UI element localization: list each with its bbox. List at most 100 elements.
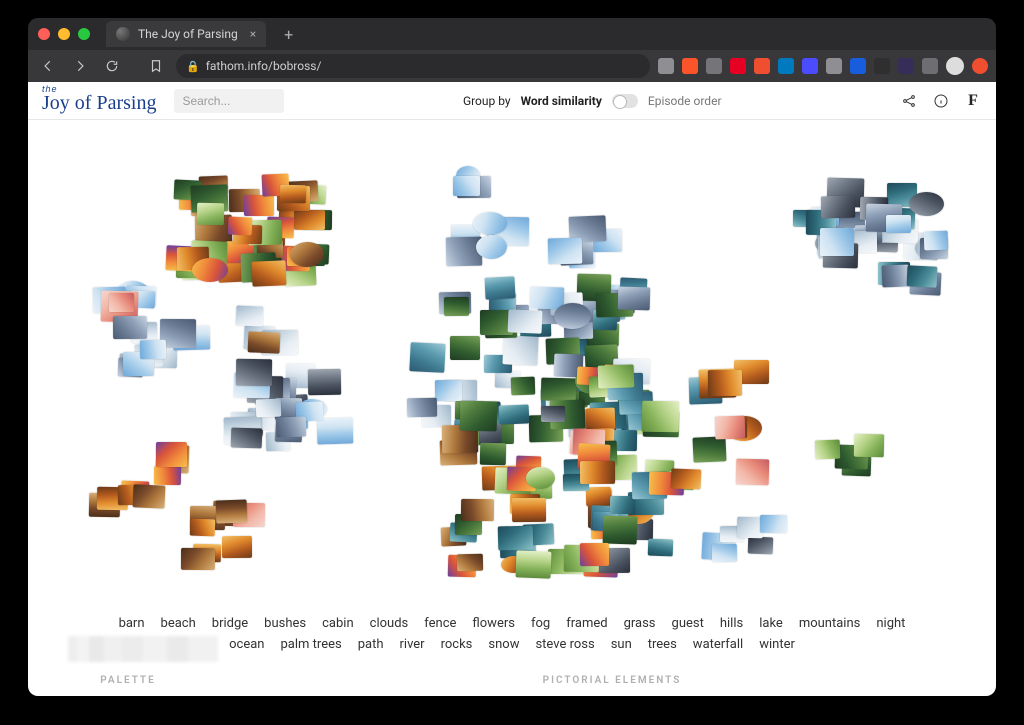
dots-icon[interactable] [922,58,938,74]
filter-tag-rocks[interactable]: rocks [441,637,473,652]
filter-tag-winter[interactable]: winter [759,637,795,652]
info-button[interactable] [932,92,950,110]
painting-thumb[interactable] [909,191,944,215]
painting-thumb[interactable] [317,418,354,445]
filter-tag-flowers[interactable]: flowers [472,616,515,631]
bookmark-button[interactable] [144,54,168,78]
painting-thumb[interactable] [473,212,507,235]
filter-tag-night[interactable]: night [876,616,905,631]
site-logo[interactable]: the Joy of Parsing [42,86,162,115]
painting-thumb[interactable] [497,526,533,551]
painting-thumb[interactable] [692,436,726,462]
painting-thumb[interactable] [244,195,274,216]
tab-close-button[interactable]: × [250,27,256,41]
adblock-icon[interactable] [754,58,770,74]
painting-thumb[interactable] [580,461,615,484]
painting-thumb[interactable] [854,433,885,457]
painting-thumb[interactable] [222,536,252,558]
painting-thumb[interactable] [280,184,306,203]
menu-button[interactable] [972,58,988,74]
painting-thumb[interactable] [461,499,494,521]
painting-thumb[interactable] [480,443,506,466]
group-by-active[interactable]: Word similarity [521,94,602,108]
painting-thumb[interactable] [821,196,855,219]
filter-tag-grass[interactable]: grass [624,616,656,631]
painting-thumb[interactable] [618,287,651,311]
painting-thumb[interactable] [409,342,445,373]
painting-thumb[interactable] [502,335,538,365]
painting-thumb[interactable] [580,543,609,566]
painting-thumb[interactable] [881,265,909,288]
painting-thumb[interactable] [540,378,576,402]
painting-thumb[interactable] [510,377,535,396]
painting-thumb[interactable] [512,498,546,522]
filter-tag-sun[interactable]: sun [611,637,632,652]
url-bar[interactable]: 🔒 fathom.info/bobross/ [176,54,650,78]
painting-thumb[interactable] [548,237,583,264]
group-by-toggle[interactable] [612,94,638,108]
painting-thumb[interactable] [748,537,774,555]
pinterest-icon[interactable] [730,58,746,74]
window-close-button[interactable] [38,28,50,40]
moon-icon[interactable] [706,58,722,74]
painting-thumb[interactable] [407,397,437,417]
painting-thumb[interactable] [642,401,679,433]
painting-thumb[interactable] [256,399,282,418]
filter-tag-path[interactable]: path [358,637,384,652]
bitwarden-icon[interactable] [850,58,866,74]
painting-thumb[interactable] [508,309,543,333]
forward-button[interactable] [68,54,92,78]
painting-thumb[interactable] [602,516,637,545]
brave-icon[interactable] [682,58,698,74]
painting-thumb[interactable] [923,231,948,251]
filter-tag-waterfall[interactable]: waterfall [693,637,743,652]
painting-thumb[interactable] [460,400,498,431]
painting-thumb[interactable] [251,261,286,287]
window-minimize-button[interactable] [58,28,70,40]
search-box[interactable] [174,89,284,113]
painting-thumb[interactable] [715,416,746,440]
notion-icon[interactable] [874,58,890,74]
painting-thumb[interactable] [457,554,483,572]
painting-thumb[interactable] [886,215,911,233]
painting-thumb[interactable] [156,442,187,467]
painting-thumb[interactable] [109,293,134,312]
painting-thumb[interactable] [516,550,552,578]
reload-button[interactable] [100,54,124,78]
painting-thumb[interactable] [230,428,262,449]
filter-tag-steve-ross[interactable]: steve ross [535,637,594,652]
trello-icon[interactable] [778,58,794,74]
painting-thumb[interactable] [247,331,280,353]
painting-thumb[interactable] [197,202,224,224]
search-input[interactable] [182,94,276,108]
filter-tag-barn[interactable]: barn [119,616,145,631]
filter-tag-cabin[interactable]: cabin [322,616,354,631]
painting-thumb[interactable] [820,228,854,256]
painting-thumb[interactable] [760,514,787,532]
painting-thumb[interactable] [499,404,530,424]
painting-thumb[interactable] [525,466,554,488]
painting-thumb[interactable] [648,539,674,557]
shield-icon[interactable] [658,58,674,74]
filter-tag-bushes[interactable]: bushes [264,616,306,631]
filter-tag-hills[interactable]: hills [720,616,743,631]
filter-tag-snow[interactable]: snow [488,637,519,652]
painting-thumb[interactable] [585,487,610,507]
filter-tag-ocean[interactable]: ocean [229,637,264,652]
painting-thumb[interactable] [216,499,248,523]
fathom-link[interactable]: F [964,92,982,110]
painting-thumb[interactable] [276,417,307,438]
new-tab-button[interactable]: + [276,25,301,44]
filter-tag-guest[interactable]: guest [672,616,704,631]
painting-thumb[interactable] [154,466,181,485]
painting-thumb[interactable] [444,297,469,316]
painting-thumb[interactable] [308,369,341,395]
painting-thumb[interactable] [236,305,264,326]
filter-tag-beach[interactable]: beach [161,616,196,631]
painting-thumb[interactable] [294,210,325,230]
filter-tag-clouds[interactable]: clouds [370,616,409,631]
painting-thumb[interactable] [736,459,770,486]
painting-thumb[interactable] [181,548,215,570]
filter-tag-mountains[interactable]: mountains [799,616,861,631]
painting-thumb[interactable] [140,340,166,360]
